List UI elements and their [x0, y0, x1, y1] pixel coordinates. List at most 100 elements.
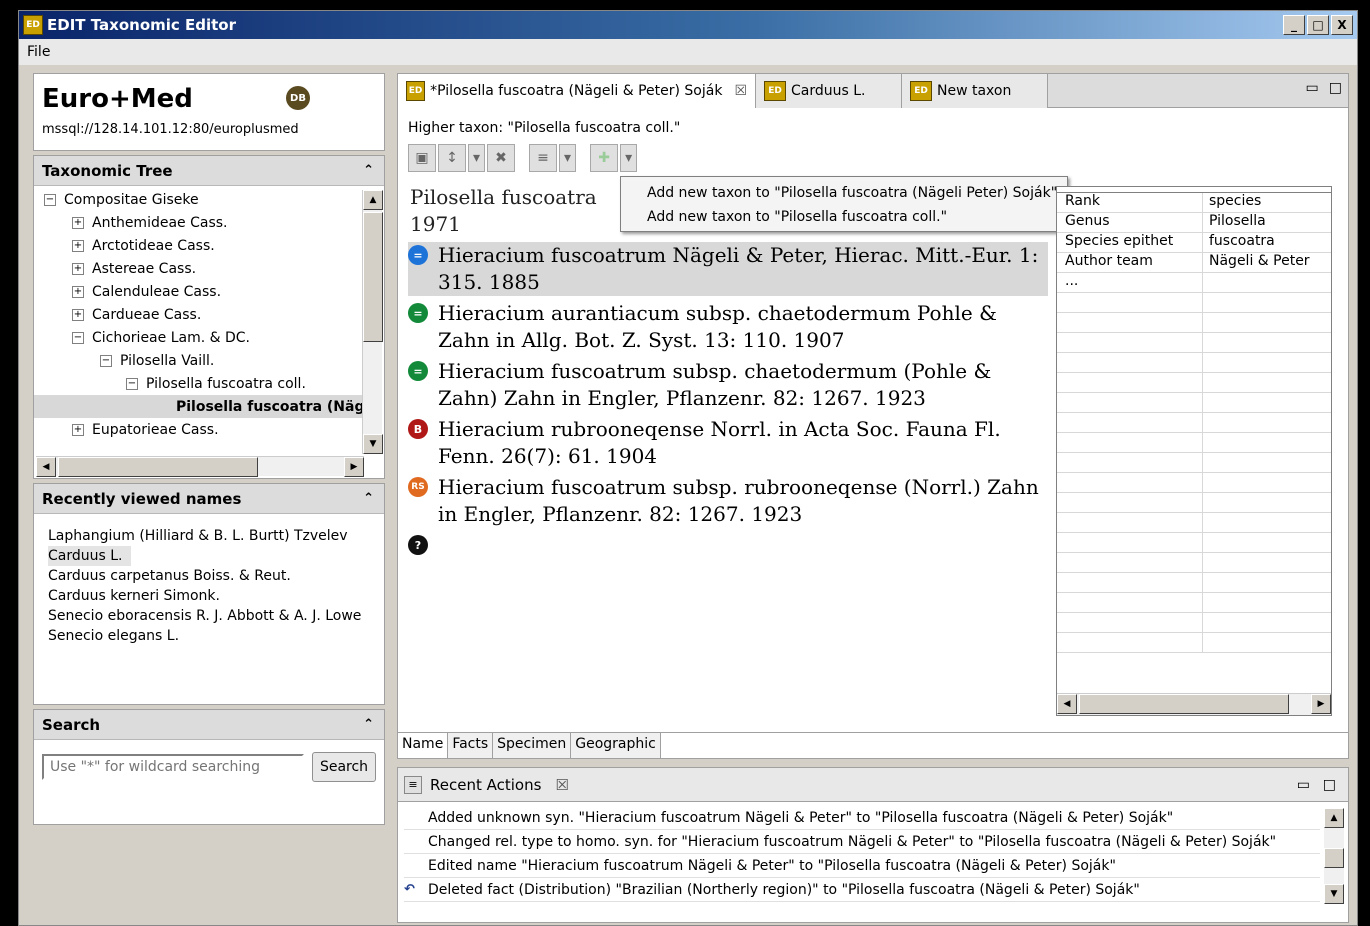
view-maximize-icon[interactable]: □ — [1329, 80, 1342, 96]
tree-expander-icon[interactable]: − — [126, 377, 138, 390]
synonym-row[interactable]: B Hieracium rubrooneqense Norrl. in Acta… — [408, 416, 1048, 470]
tree-item-selected[interactable]: Pilosella fuscoatra (Näg — [34, 395, 364, 418]
scroll-left-icon[interactable]: ◀ — [1057, 694, 1077, 714]
table-row[interactable]: Rank species — [1057, 193, 1331, 213]
tab-specimen[interactable]: Specimen — [493, 733, 572, 758]
save-icon[interactable]: ▣ — [408, 144, 436, 172]
recent-item[interactable]: Carduus carpetanus Boiss. & Reut. — [48, 566, 361, 586]
tab-carduus[interactable]: ED Carduus L. — [756, 74, 902, 108]
tree-item[interactable]: − Pilosella Vaill. — [34, 349, 364, 372]
table-row[interactable]: ... — [1057, 273, 1331, 293]
action-row[interactable]: Changed rel. type to homo. syn. for "Hie… — [404, 830, 1320, 854]
tree-item[interactable]: + Calenduleae Cass. — [34, 280, 364, 303]
recent-item-selected[interactable]: Carduus L. — [48, 546, 131, 566]
scroll-thumb[interactable] — [363, 212, 383, 342]
menu-item-add-to-taxon[interactable]: Add new taxon to "Pilosella fuscoatra (N… — [621, 182, 1067, 206]
tab-name[interactable]: Name — [398, 733, 449, 758]
menu-item-add-to-parent[interactable]: Add new taxon to "Pilosella fuscoatra co… — [621, 206, 1067, 230]
scroll-right-icon[interactable]: ▶ — [1311, 694, 1331, 714]
move-icon[interactable]: ↕ — [438, 144, 466, 172]
table-row[interactable]: Genus Pilosella — [1057, 213, 1331, 233]
tree-expander-icon[interactable]: + — [72, 239, 84, 252]
list-icon[interactable]: ≡ — [529, 144, 558, 172]
tab-close-icon[interactable]: ☒ — [734, 83, 747, 99]
recent-item[interactable]: Carduus kerneri Simonk. — [48, 586, 361, 606]
view-minimize-icon[interactable]: ▭ — [1297, 777, 1310, 793]
delete-icon[interactable]: ✖ — [487, 144, 516, 172]
chevron-down-icon[interactable]: ▾ — [468, 144, 486, 172]
synonym-row[interactable]: ? — [408, 532, 1048, 555]
tree-item[interactable]: + Astereae Cass. — [34, 257, 364, 280]
tree-item[interactable]: + Cardueae Cass. — [34, 303, 364, 326]
property-value[interactable]: Nägeli & Peter — [1203, 253, 1310, 272]
action-row[interactable]: Edited name "Hieracium fuscoatrum Nägeli… — [404, 854, 1320, 878]
scroll-thumb[interactable] — [1324, 848, 1344, 868]
close-button[interactable]: X — [1331, 15, 1353, 35]
view-minimize-icon[interactable]: ▭ — [1306, 80, 1319, 96]
recent-item[interactable]: Laphangium (Hilliard & B. L. Burtt) Tzve… — [48, 526, 361, 546]
properties-horizontal-scrollbar[interactable]: ◀ ▶ — [1057, 693, 1331, 715]
add-icon[interactable]: ✚ — [590, 144, 619, 172]
synonym-row[interactable]: = Hieracium aurantiacum subsp. chaetoder… — [408, 300, 1048, 354]
synonym-row[interactable]: = Hieracium fuscoatrum subsp. chaetoderm… — [408, 358, 1048, 412]
database-icon[interactable]: DB — [286, 86, 310, 110]
chevron-down-icon[interactable]: ▾ — [620, 144, 638, 172]
tab-geographic[interactable]: Geographic — [571, 733, 661, 758]
chevron-down-icon[interactable]: ▾ — [559, 144, 577, 172]
view-maximize-icon[interactable]: □ — [1323, 777, 1336, 793]
maximize-button[interactable]: □ — [1307, 15, 1329, 35]
tree-expander-icon[interactable]: − — [100, 354, 112, 367]
scroll-right-icon[interactable]: ▶ — [344, 457, 364, 477]
scroll-down-icon[interactable]: ▼ — [363, 434, 383, 454]
search-button[interactable]: Search — [312, 752, 376, 782]
scroll-thumb[interactable] — [58, 457, 258, 477]
minimize-button[interactable]: _ — [1283, 15, 1305, 35]
tree-item[interactable]: + Arctotideae Cass. — [34, 234, 364, 257]
scroll-up-icon[interactable]: ▲ — [1324, 808, 1344, 828]
tree-header[interactable]: Taxonomic Tree ⌃ — [34, 156, 384, 186]
actions-vertical-scrollbar[interactable]: ▲ ▼ — [1324, 808, 1344, 904]
tree-vertical-scrollbar[interactable]: ▲ ▼ — [362, 190, 383, 454]
table-row[interactable]: Species epithet fuscoatra — [1057, 233, 1331, 253]
tree-expander-icon[interactable]: + — [72, 216, 84, 229]
property-value[interactable] — [1203, 273, 1209, 292]
tree-item[interactable]: + Eupatorieae Cass. — [34, 418, 364, 441]
recent-header[interactable]: Recently viewed names ⌃ — [34, 484, 384, 514]
synonym-row[interactable]: RS Hieracium fuscoatrum subsp. rubrooneq… — [408, 474, 1048, 528]
search-header[interactable]: Search ⌃ — [34, 710, 384, 740]
close-view-icon[interactable]: ☒ — [555, 776, 568, 794]
property-value[interactable]: Pilosella — [1203, 213, 1266, 232]
scroll-up-icon[interactable]: ▲ — [363, 190, 383, 210]
recent-item[interactable]: Senecio eboracensis R. J. Abbott & A. J.… — [48, 606, 361, 626]
action-row[interactable]: Added unknown syn. "Hieracium fuscoatrum… — [404, 806, 1320, 830]
tree-horizontal-scrollbar[interactable]: ◀ ▶ — [36, 456, 364, 477]
tab-new-taxon[interactable]: ED New taxon — [902, 74, 1048, 108]
collapse-icon[interactable]: ⌃ — [363, 717, 374, 732]
tree-item[interactable]: − Compositae Giseke — [34, 188, 364, 211]
tree-expander-icon[interactable]: − — [72, 331, 84, 344]
tree-expander-icon[interactable]: + — [72, 308, 84, 321]
tab-facts[interactable]: Facts — [448, 733, 494, 758]
scroll-thumb[interactable] — [1079, 694, 1289, 714]
scroll-down-icon[interactable]: ▼ — [1324, 884, 1344, 904]
tree-expander-icon[interactable]: + — [72, 285, 84, 298]
tree-item[interactable]: − Cichorieae Lam. & DC. — [34, 326, 364, 349]
tree-item[interactable]: + Anthemideae Cass. — [34, 211, 364, 234]
tab-pilosella[interactable]: ED *Pilosella fuscoatra (Nägeli & Peter)… — [398, 74, 756, 108]
recent-item[interactable]: Senecio elegans L. — [48, 626, 361, 646]
tree-item[interactable]: − Pilosella fuscoatra coll. — [34, 372, 364, 395]
table-row[interactable]: Author team Nägeli & Peter — [1057, 253, 1331, 273]
search-input[interactable] — [42, 754, 304, 780]
synonym-row-highlighted[interactable]: = Hieracium fuscoatrum Nägeli & Peter, H… — [408, 242, 1048, 296]
action-row[interactable]: ↶ Deleted fact (Distribution) "Brazilian… — [404, 878, 1320, 902]
recent-actions-header[interactable]: ≡ Recent Actions ☒ □ ▭ — [398, 768, 1348, 802]
tree-expander-icon[interactable]: + — [72, 262, 84, 275]
property-value[interactable]: species — [1203, 193, 1261, 212]
tree-expander-icon[interactable]: − — [44, 193, 56, 206]
scroll-left-icon[interactable]: ◀ — [36, 457, 56, 477]
tree-expander-icon[interactable]: + — [72, 423, 84, 436]
collapse-icon[interactable]: ⌃ — [363, 163, 374, 178]
menu-file[interactable]: File — [27, 44, 50, 60]
collapse-icon[interactable]: ⌃ — [363, 491, 374, 506]
property-value[interactable]: fuscoatra — [1203, 233, 1275, 252]
